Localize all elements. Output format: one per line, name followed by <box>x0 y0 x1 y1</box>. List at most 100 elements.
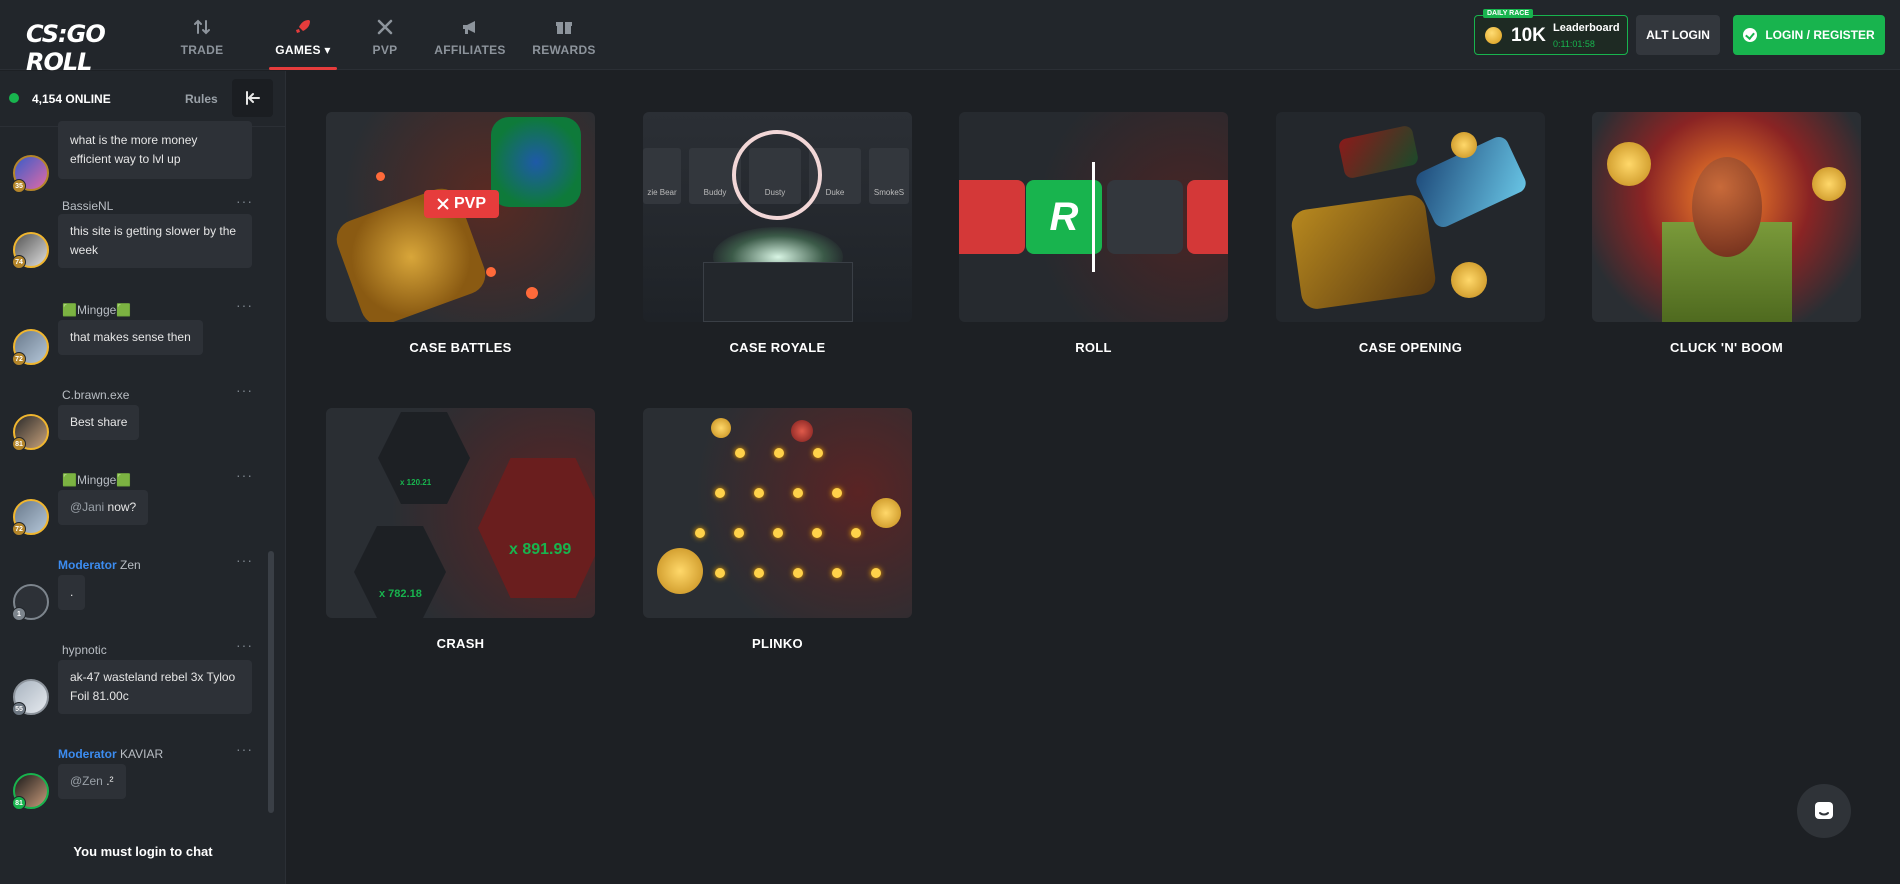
nav-rewards[interactable]: REWARDS <box>529 0 599 70</box>
chat-bubble: @Jani now? <box>58 490 149 525</box>
nav-games[interactable]: GAMES ▾ <box>269 0 337 70</box>
coin-icon <box>871 498 901 528</box>
game-card-case-opening[interactable] <box>1276 112 1545 322</box>
gift-icon <box>556 22 572 34</box>
nav-trade-label: TRADE <box>180 43 224 57</box>
peg <box>754 488 764 498</box>
coin-icon <box>657 548 703 594</box>
site-logo[interactable]: CS:GO ROLL <box>26 16 138 76</box>
game-card-roll[interactable]: R <box>959 112 1228 322</box>
message-options-icon[interactable]: ··· <box>236 382 253 398</box>
trade-arrows-icon <box>194 19 210 35</box>
peg <box>735 448 745 458</box>
game-card-crash[interactable]: x 120.21 x 891.99 x 782.18 <box>326 408 595 618</box>
message-options-icon[interactable]: ··· <box>236 637 253 653</box>
login-register-button[interactable]: LOGIN / REGISTER <box>1733 15 1885 55</box>
nav-affiliates[interactable]: AFFILIATES <box>429 0 511 70</box>
chat-message: Moderator KAVIAR ··· @Zen .² 81 <box>0 741 270 831</box>
message-options-icon[interactable]: ··· <box>236 193 253 209</box>
logo-text: CS:GO ROLL <box>26 20 106 76</box>
nav-games-label: GAMES ▾ <box>275 43 331 57</box>
chat-mention[interactable]: @Zen <box>70 774 103 788</box>
chat-username[interactable]: 🟩Mingge🟩 <box>62 303 131 317</box>
daily-race-timer: 0:11:01:58 <box>1553 39 1595 49</box>
collapse-chat-button[interactable] <box>232 79 273 117</box>
message-options-icon[interactable]: ··· <box>236 297 253 313</box>
spark-dot <box>376 172 385 181</box>
coin-icon <box>1607 142 1651 186</box>
level-badge: 74 <box>12 255 26 269</box>
peg <box>754 568 764 578</box>
player-slot: zie Bear <box>643 148 681 204</box>
green-tile: R <box>1026 180 1102 254</box>
peg <box>812 528 822 538</box>
pvp-badge-label: PVP <box>453 195 486 212</box>
chat-message: C.brawn.exe ··· Best share 81 <box>0 382 270 462</box>
nav-pvp-label: PVP <box>372 43 398 57</box>
ball-token <box>791 420 813 442</box>
nav-pvp[interactable]: PVP <box>365 0 405 70</box>
game-card-cluck-n-boom[interactable] <box>1592 112 1861 322</box>
chat-bubble: . <box>58 575 86 610</box>
case-box-art <box>703 262 853 322</box>
game-card-case-battles[interactable]: PVP <box>326 112 595 322</box>
peg <box>793 568 803 578</box>
chat-message: 🟩Mingge🟩 ··· @Jani now? 72 <box>0 467 270 547</box>
level-badge: 55 <box>12 702 26 716</box>
chat-scrollbar[interactable] <box>268 551 274 813</box>
player-slot: SmokeS <box>869 148 909 204</box>
peg <box>715 488 725 498</box>
peg <box>695 528 705 538</box>
blue-case-art <box>491 117 581 207</box>
support-chat-button[interactable] <box>1797 784 1851 838</box>
peg <box>773 528 783 538</box>
message-options-icon[interactable]: ··· <box>236 552 253 568</box>
crash-multiplier: x 891.99 <box>509 541 572 558</box>
daily-race-label: Leaderboard <box>1553 22 1620 34</box>
rules-link[interactable]: Rules <box>185 92 218 106</box>
nav-trade[interactable]: TRADE <box>175 0 229 70</box>
gray-tile <box>1107 180 1183 254</box>
alt-login-button[interactable]: ALT LOGIN <box>1636 15 1720 55</box>
game-label: CRASH <box>436 636 485 651</box>
chat-message: BassieNL ··· this site is getting slower… <box>0 193 270 283</box>
roll-pointer <box>1092 162 1095 272</box>
chat-username[interactable]: Moderator KAVIAR <box>58 747 163 761</box>
crash-multiplier: x 782.18 <box>379 588 422 600</box>
check-circle-icon <box>1743 28 1758 42</box>
game-label: CASE ROYALE <box>729 340 826 355</box>
rocket-icon <box>296 20 310 33</box>
chat-mention[interactable]: @Jani <box>70 500 104 514</box>
moderator-tag: Moderator <box>58 747 117 761</box>
game-label: PLINKO <box>752 636 803 651</box>
daily-race-widget[interactable]: DAILY RACE 10K Leaderboard 0:11:01:58 <box>1474 9 1628 55</box>
chat-username[interactable]: 🟩Mingge🟩 <box>62 473 131 487</box>
message-options-icon[interactable]: ··· <box>236 741 253 757</box>
coin-icon <box>1812 167 1846 201</box>
red-tile <box>1187 180 1228 254</box>
chat-username[interactable]: hypnotic <box>62 643 107 657</box>
chat-sidebar: 4,154 ONLINE Rules what is the more mone… <box>0 71 286 884</box>
chat-username[interactable]: BassieNL <box>62 199 113 213</box>
game-card-case-royale[interactable]: zie Bear Buddy Dusty Duke SmokeS <box>643 112 912 322</box>
game-card-plinko[interactable] <box>643 408 912 618</box>
peg <box>813 448 823 458</box>
pvp-badge: PVP <box>424 190 499 218</box>
chat-username[interactable]: C.brawn.exe <box>62 388 129 402</box>
level-badge: 35 <box>12 179 26 193</box>
peg <box>793 488 803 498</box>
message-options-icon[interactable]: ··· <box>236 467 253 483</box>
daily-race-tag: DAILY RACE <box>1483 9 1534 18</box>
login-to-chat-notice: You must login to chat <box>73 844 213 859</box>
chat-username[interactable]: Moderator Zen <box>58 558 141 572</box>
red-tile <box>959 180 1025 254</box>
main-nav: TRADE GAMES ▾ PVP AFFILIATES REWARDS <box>175 0 599 70</box>
chat-bubble: what is the more money efficient way to … <box>58 121 252 179</box>
game-label: CLUCK 'N' BOOM <box>1670 340 1783 355</box>
hex-tile <box>354 526 446 618</box>
level-badge: 72 <box>12 522 26 536</box>
game-label: CASE BATTLES <box>409 340 512 355</box>
moderator-tag: Moderator <box>58 558 117 572</box>
treasure-chest-art <box>1289 193 1438 311</box>
hex-tile <box>378 412 470 504</box>
